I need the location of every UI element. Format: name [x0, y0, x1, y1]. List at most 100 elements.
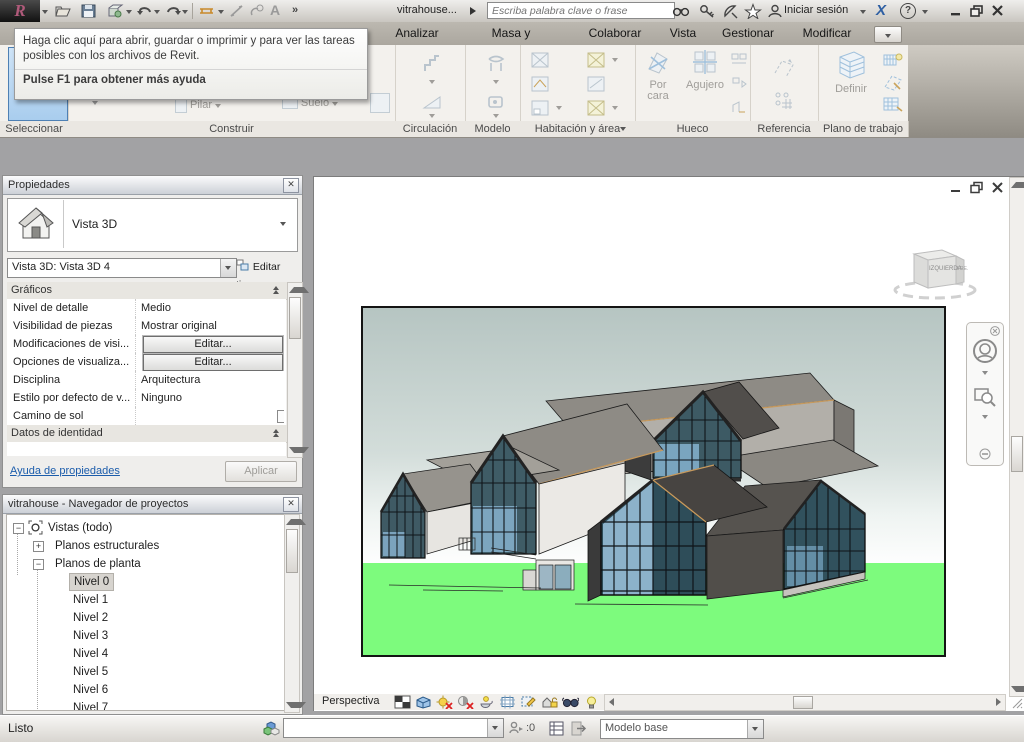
visual-style-icon[interactable]: [415, 695, 432, 709]
visor-plano-icon[interactable]: [882, 73, 904, 91]
tab-colaborar[interactable]: Colaborar: [580, 22, 650, 45]
restore-button[interactable]: [969, 4, 985, 17]
property-row[interactable]: Estilo por defecto de v... Ninguno: [7, 389, 286, 408]
hueco-buhardilla-icon[interactable]: [730, 99, 748, 115]
linea-modelo-button[interactable]: [478, 93, 514, 118]
minimize-button[interactable]: [948, 4, 964, 17]
properties-header[interactable]: Propiedades ✕: [3, 176, 302, 195]
property-row[interactable]: Visibilidad de piezas Mostrar original: [7, 317, 286, 336]
collapse-section-icon[interactable]: [273, 286, 280, 294]
etiqueta-habitacion-icon[interactable]: [530, 75, 550, 93]
rejilla-trabajo-icon[interactable]: [882, 95, 904, 113]
measure-caret-icon[interactable]: [218, 10, 224, 14]
tag-hook-icon[interactable]: [248, 3, 266, 19]
collapse-section-icon[interactable]: [273, 429, 280, 437]
tree-label[interactable]: Vistas (todo): [48, 519, 112, 537]
3d-model-render[interactable]: [361, 306, 946, 657]
property-row[interactable]: Modificaciones de visi... Editar...: [7, 335, 286, 354]
sync-model-icon[interactable]: [106, 3, 124, 19]
show-rendering-dialog-icon[interactable]: [478, 695, 495, 709]
separador-habitacion-icon[interactable]: [586, 51, 606, 69]
collapse-icon[interactable]: −: [33, 559, 44, 570]
aligned-dimension-icon[interactable]: [228, 3, 246, 19]
tree-label-selected[interactable]: Nivel 0: [69, 573, 114, 591]
exchange-apps-icon[interactable]: X: [876, 2, 886, 19]
tree-item-nivel-3[interactable]: Nivel 3: [73, 627, 108, 645]
key-subscription-icon[interactable]: [698, 3, 716, 19]
tab-vista[interactable]: Vista: [662, 22, 704, 45]
navbar-close-icon[interactable]: [990, 326, 1000, 336]
sign-in-button[interactable]: Iniciar sesión: [784, 4, 848, 16]
apply-button[interactable]: Aplicar: [225, 461, 297, 482]
viewcube-front-label[interactable]: FRE.: [957, 266, 968, 272]
tree-item-nivel-4[interactable]: Nivel 4: [73, 645, 108, 663]
punto-referencia-icon[interactable]: [772, 89, 796, 111]
tree-item-nivel-6[interactable]: Nivel 6: [73, 681, 108, 699]
collapse-icon[interactable]: −: [13, 523, 24, 534]
sun-path-off-icon[interactable]: [436, 695, 453, 709]
viewcube-left-face[interactable]: [928, 256, 956, 288]
tab-masa-y-emplazamiento[interactable]: Masa y emplazamiento: [455, 22, 567, 45]
type-selector-caret-icon[interactable]: [280, 222, 286, 226]
definir-button[interactable]: Definir: [828, 49, 874, 117]
properties-close-button[interactable]: ✕: [283, 178, 299, 193]
properties-help-link[interactable]: Ayuda de propiedades: [10, 465, 120, 477]
unlocked-3d-view-icon[interactable]: [541, 695, 558, 709]
show-crop-region-icon[interactable]: [520, 695, 537, 709]
text-tool-icon[interactable]: A: [270, 2, 280, 18]
ribbon-collapse-button[interactable]: [874, 26, 902, 43]
habitacion-icon[interactable]: [530, 51, 550, 69]
agujero-button[interactable]: Agujero: [684, 49, 726, 117]
viewcube[interactable]: IZQUIERDA FRE.: [890, 238, 980, 300]
scroll-right-icon[interactable]: [996, 698, 1001, 706]
panel-hueco[interactable]: Hueco: [635, 121, 751, 137]
plano-area-caret-icon[interactable]: [556, 106, 562, 110]
zoom-region-icon[interactable]: [973, 385, 997, 409]
etiqueta-area-icon[interactable]: [586, 99, 606, 117]
steering-wheel-caret-icon[interactable]: [982, 371, 988, 375]
view-restore-button[interactable]: [969, 181, 985, 194]
open-icon[interactable]: [54, 3, 72, 19]
property-row[interactable]: Nivel de detalle Medio: [7, 299, 286, 318]
habitacion-caret-icon[interactable]: [612, 58, 618, 62]
panel-construir[interactable]: Construir: [68, 121, 396, 137]
reveal-hidden-elements-icon[interactable]: [583, 695, 600, 709]
property-row[interactable]: Camino de sol: [7, 407, 286, 426]
curtain-system-icon[interactable]: [370, 93, 390, 113]
tab-analizar[interactable]: Analizar: [388, 22, 446, 45]
detail-level-icon[interactable]: [394, 695, 411, 709]
editing-requests-icon[interactable]: [508, 721, 524, 736]
view-close-button[interactable]: [990, 181, 1006, 194]
redo-caret-icon[interactable]: [182, 10, 188, 14]
hueco-vertical-icon[interactable]: [730, 75, 748, 91]
editar-visibilidad-button[interactable]: Editar...: [143, 336, 283, 353]
worksets-combo[interactable]: [283, 718, 504, 738]
save-icon[interactable]: [80, 3, 98, 19]
plano-area-icon[interactable]: [530, 99, 550, 117]
tree-item-nivel-5[interactable]: Nivel 5: [73, 663, 108, 681]
area-icon[interactable]: [586, 75, 606, 93]
temporary-hide-isolate-icon[interactable]: [562, 695, 579, 709]
favorites-star-icon[interactable]: [744, 3, 762, 19]
tree-item-nivel-1[interactable]: Nivel 1: [73, 591, 108, 609]
zoom-caret-icon[interactable]: [982, 415, 988, 419]
panel-referencia[interactable]: Referencia: [750, 121, 819, 137]
property-row[interactable]: Opciones de visualiza... Editar...: [7, 353, 286, 372]
qat-overflow-icon[interactable]: »: [292, 4, 298, 16]
por-cara-button[interactable]: Por cara: [638, 49, 678, 117]
sync-caret-icon[interactable]: [126, 10, 132, 14]
section-graficos[interactable]: Gráficos: [7, 282, 290, 300]
instance-selector-combo[interactable]: Vista 3D: Vista 3D 4: [7, 258, 237, 278]
application-menu-button[interactable]: R: [0, 0, 40, 22]
view-scale-label[interactable]: Perspectiva: [322, 695, 379, 707]
etiqueta-area-caret-icon[interactable]: [612, 106, 618, 110]
tree-label[interactable]: Planos de planta: [55, 555, 141, 573]
habitacion-panel-caret-icon[interactable]: [620, 127, 626, 131]
properties-scrollbar[interactable]: [287, 282, 303, 458]
search-input[interactable]: [487, 2, 675, 19]
panel-seleccionar[interactable]: Seleccionar: [0, 121, 69, 137]
communication-center-icon[interactable]: [722, 3, 740, 19]
navbar-collapse-icon[interactable]: [979, 448, 991, 460]
hueco-muro-icon[interactable]: [730, 51, 748, 67]
hscroll-thumb[interactable]: [793, 696, 813, 709]
